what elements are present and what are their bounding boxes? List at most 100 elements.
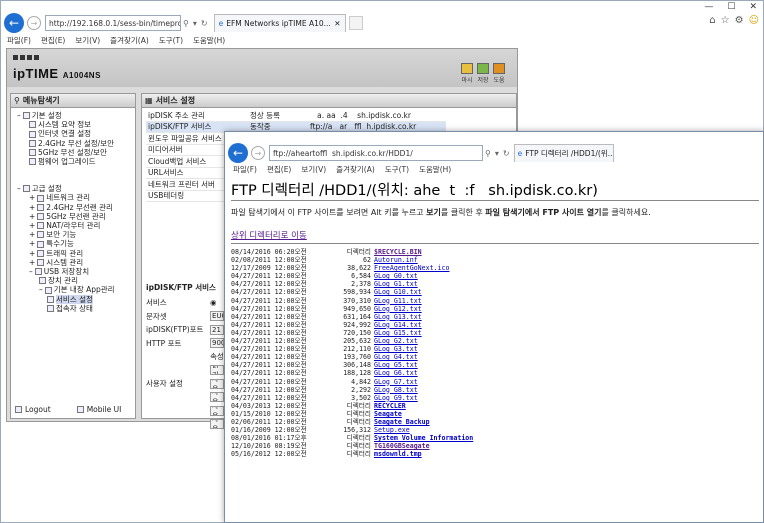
- grid-icon: ▦: [145, 96, 153, 105]
- folder-link[interactable]: Seagate Backup: [371, 418, 430, 426]
- menu-tools[interactable]: 도구(T): [385, 164, 409, 176]
- forward-arrow-icon[interactable]: →: [251, 146, 265, 160]
- service-row[interactable]: ipDISK 주소 관리 정상 등록 a. aa .4 sh.ipdisk.co.…: [146, 110, 446, 122]
- favorites-star-icon[interactable]: ☆: [721, 15, 730, 26]
- file-link[interactable]: GLog_G11.txt: [371, 297, 422, 305]
- tab-close-icon[interactable]: ✕: [334, 19, 340, 28]
- smiley-icon[interactable]: ☺: [749, 15, 759, 26]
- tree-item[interactable]: +5GHz 무선랜 관리: [17, 212, 135, 221]
- header-icon-1[interactable]: 마시: [461, 63, 473, 84]
- ftp-address-bar[interactable]: ftp://aheartoffl sh.ipdisk.co.kr/HDD1/: [269, 145, 483, 161]
- tree-item[interactable]: 5GHz 무선 설정/보안: [17, 148, 135, 157]
- refresh-icon[interactable]: ↻: [503, 149, 510, 158]
- file-link[interactable]: FreeAgentGoNext.ico: [371, 264, 449, 272]
- charset-select[interactable]: EUC: [210, 311, 224, 322]
- file-link[interactable]: GLog_G13.txt: [371, 313, 422, 321]
- file-link[interactable]: GLog_G7.txt: [371, 378, 418, 386]
- menu-favorites[interactable]: 즐겨찾기(A): [336, 164, 375, 176]
- file-link[interactable]: GLog_G2.txt: [371, 337, 418, 345]
- file-link[interactable]: GLog_G1.txt: [371, 280, 418, 288]
- file-date: 08/14/2016 06:20오전: [231, 248, 307, 256]
- tab-ftp[interactable]: e FTP 디렉터리 /HDD1/(위...: [513, 144, 614, 162]
- menu-tools[interactable]: 도구(T): [159, 35, 183, 47]
- tree-item-usb[interactable]: – USB 저장장치: [17, 267, 135, 276]
- search-icon[interactable]: ⚲: [183, 19, 189, 28]
- menu-help[interactable]: 도움말(H): [193, 35, 225, 47]
- use-option[interactable]: 사용: [210, 392, 224, 403]
- ftp-port-input[interactable]: 21: [210, 324, 224, 335]
- menu-help[interactable]: 도움말(H): [419, 164, 451, 176]
- tree-item-selected[interactable]: 서비스 설정: [17, 294, 135, 304]
- save-icon[interactable]: 저장: [477, 63, 489, 84]
- logout-link[interactable]: Logout: [15, 405, 51, 414]
- tree-item[interactable]: + NAT/라우터 관리: [17, 221, 135, 230]
- file-link[interactable]: GLog_G5.txt: [371, 361, 418, 369]
- menu-edit[interactable]: 편집(E): [267, 164, 291, 176]
- folder-link[interactable]: Seagate: [371, 410, 402, 418]
- tree-item[interactable]: 2.4GHz 무선 설정/보안: [17, 139, 135, 148]
- file-size: 598,934: [343, 288, 371, 297]
- address-bar[interactable]: http://192.168.0.1/sess-bin/timepro.c: [45, 15, 181, 31]
- tree-item[interactable]: 인터넷 연결 설정: [17, 129, 135, 138]
- read-option[interactable]: 읽기: [210, 365, 224, 376]
- file-size: 디렉터리: [346, 450, 371, 459]
- refresh-icon[interactable]: ↻: [201, 19, 208, 28]
- back-arrow-icon[interactable]: ←: [228, 143, 248, 163]
- file-link[interactable]: GLog_G14.txt: [371, 321, 422, 329]
- search-icon[interactable]: ⚲: [485, 149, 491, 158]
- folder-link[interactable]: msdownld.tmp: [371, 450, 422, 458]
- file-link[interactable]: GLog_G8.txt: [371, 386, 418, 394]
- menu-favorites[interactable]: 즐겨찾기(A): [110, 35, 149, 47]
- tree-item[interactable]: + 시스템 관리: [17, 258, 135, 267]
- file-link[interactable]: GLog_G12.txt: [371, 305, 422, 313]
- back-arrow-icon[interactable]: ←: [4, 13, 24, 33]
- menu-file[interactable]: 파일(F): [7, 35, 31, 47]
- iptime-logo: ipTIME A1004NS: [13, 66, 101, 81]
- home-icon[interactable]: ⌂: [709, 15, 715, 26]
- new-tab-button[interactable]: [348, 16, 363, 30]
- forward-arrow-icon[interactable]: →: [27, 16, 41, 30]
- tree-item[interactable]: + 특수기능: [17, 239, 135, 248]
- settings-gear-icon[interactable]: ⚙: [735, 15, 744, 26]
- file-link[interactable]: GLog_G9.txt: [371, 394, 418, 402]
- folder-link[interactable]: TG160GBSeagate: [371, 442, 430, 450]
- use-option[interactable]: 사용: [210, 405, 224, 416]
- folder-link[interactable]: RECYCLER: [371, 402, 406, 410]
- tree-item[interactable]: 펌웨어 업그레이드: [17, 157, 135, 166]
- tree-item[interactable]: +2.4GHz 무선랜 관리: [17, 203, 135, 212]
- file-date: 04/27/2011 12:00오전: [231, 369, 307, 378]
- parent-directory-link[interactable]: 상위 디렉터리로 이동: [231, 229, 307, 241]
- file-size: 6,584: [351, 272, 371, 281]
- dropdown-icon[interactable]: ▾: [193, 19, 197, 28]
- menu-view[interactable]: 보기(V): [301, 164, 326, 176]
- menu-edit[interactable]: 편집(E): [41, 35, 65, 47]
- file-link[interactable]: GLog_G6.txt: [371, 369, 418, 377]
- file-link[interactable]: GLog_G10.txt: [371, 288, 422, 296]
- use-option[interactable]: 사용: [210, 419, 224, 430]
- file-row: 01/16/2009 12:00오전 156,312 Setup.exe: [231, 426, 473, 434]
- dropdown-icon[interactable]: ▾: [495, 149, 499, 158]
- file-link[interactable]: GLog_G0.txt: [371, 272, 418, 280]
- mobile-ui-link[interactable]: Mobile UI: [76, 405, 121, 414]
- tree-item[interactable]: + 네트워크 관리: [17, 193, 135, 202]
- file-link[interactable]: GLog_G4.txt: [371, 353, 418, 361]
- file-link[interactable]: GLog_G3.txt: [371, 345, 418, 353]
- http-port-input[interactable]: 900: [210, 338, 224, 349]
- folder-link[interactable]: System Volume Information: [371, 434, 473, 442]
- file-link[interactable]: Autorun.inf: [371, 256, 418, 264]
- tree-item[interactable]: + 트래픽 관리: [17, 249, 135, 258]
- file-link[interactable]: GLog_G15.txt: [371, 329, 422, 337]
- file-link[interactable]: Setup.exe: [371, 426, 410, 434]
- use-option[interactable]: 사용: [210, 378, 224, 389]
- tree-basic-settings[interactable]: – 기본 설정: [17, 111, 135, 120]
- folder-link[interactable]: $RECYCLE.BIN: [371, 248, 422, 256]
- tree-item[interactable]: 접속자 상태: [17, 304, 135, 313]
- menu-file[interactable]: 파일(F): [233, 164, 257, 176]
- menu-view[interactable]: 보기(V): [75, 35, 100, 47]
- help-icon[interactable]: 도움: [493, 63, 505, 84]
- form-label: 서비스: [146, 298, 167, 308]
- tree-item[interactable]: – 기본 내장 App관리: [17, 285, 135, 294]
- service-radio[interactable]: ◉: [210, 298, 217, 307]
- tab-iptime[interactable]: e EFM Networks ipTIME A10... ✕: [213, 14, 346, 32]
- tree-item[interactable]: + 보안 기능: [17, 230, 135, 239]
